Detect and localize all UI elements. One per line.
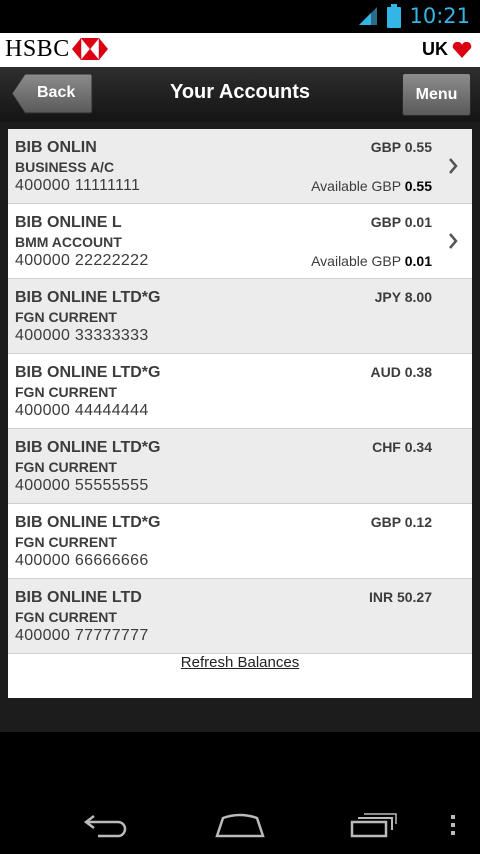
available-balance: Available GBP 0.01 bbox=[311, 253, 432, 269]
accounts-content: BIB ONLIN BUSINESS A/C 400000 11111111 G… bbox=[0, 122, 480, 732]
chevron-right-icon bbox=[449, 158, 458, 174]
account-row[interactable]: BIB ONLINE LTD*G FGN CURRENT 400000 5555… bbox=[8, 429, 472, 504]
accounts-list: BIB ONLIN BUSINESS A/C 400000 11111111 G… bbox=[8, 129, 472, 698]
clock: 10:21 bbox=[409, 4, 470, 28]
brand-bar: HSBC UK bbox=[0, 33, 480, 67]
recent-apps-icon[interactable] bbox=[350, 812, 398, 838]
account-type: FGN CURRENT bbox=[15, 459, 117, 475]
account-row[interactable]: BIB ONLINE LTD*G FGN CURRENT 400000 6666… bbox=[8, 504, 472, 579]
home-nav-icon[interactable] bbox=[215, 812, 265, 838]
account-balance: GBP 0.12 bbox=[370, 514, 432, 530]
account-type: FGN CURRENT bbox=[15, 384, 117, 400]
brand-name: HSBC bbox=[5, 36, 70, 62]
available-value: 0.55 bbox=[404, 178, 432, 194]
account-name: BIB ONLINE LTD*G bbox=[15, 364, 161, 381]
wifi-icon bbox=[359, 7, 378, 25]
account-name: BIB ONLINE L bbox=[15, 214, 122, 231]
account-row[interactable]: BIB ONLINE L BMM ACCOUNT 400000 22222222… bbox=[8, 204, 472, 279]
account-type: FGN CURRENT bbox=[15, 534, 117, 550]
account-name: BIB ONLINE LTD*G bbox=[15, 289, 161, 306]
battery-icon bbox=[387, 4, 402, 28]
overflow-menu-icon[interactable] bbox=[448, 812, 458, 838]
account-balance: GBP 0.55 bbox=[370, 139, 432, 155]
available-value: 0.01 bbox=[404, 253, 432, 269]
account-number: 400000 44444444 bbox=[15, 402, 149, 419]
available-label: Available GBP bbox=[311, 178, 401, 194]
refresh-balances-link[interactable]: Refresh Balances bbox=[8, 654, 472, 671]
account-number: 400000 11111111 bbox=[15, 177, 141, 194]
available-balance: Available GBP 0.55 bbox=[311, 178, 432, 194]
account-name: BIB ONLIN bbox=[15, 139, 97, 156]
account-name: BIB ONLINE LTD*G bbox=[15, 514, 161, 531]
account-name: BIB ONLINE LTD*G bbox=[15, 439, 161, 456]
region-label: UK bbox=[422, 39, 448, 59]
account-type: BMM ACCOUNT bbox=[15, 234, 122, 250]
hsbc-hexagon-logo bbox=[72, 38, 108, 60]
system-nav-bar bbox=[0, 732, 480, 854]
menu-button[interactable]: Menu bbox=[402, 73, 471, 116]
heart-icon bbox=[452, 41, 472, 58]
account-number: 400000 66666666 bbox=[15, 552, 149, 569]
back-nav-icon[interactable] bbox=[84, 812, 130, 838]
account-row[interactable]: BIB ONLINE LTD*G FGN CURRENT 400000 4444… bbox=[8, 354, 472, 429]
account-type: FGN CURRENT bbox=[15, 309, 117, 325]
chevron-right-icon bbox=[449, 233, 458, 249]
account-number: 400000 22222222 bbox=[15, 252, 149, 269]
account-balance: JPY 8.00 bbox=[374, 289, 432, 305]
account-number: 400000 33333333 bbox=[15, 327, 149, 344]
account-balance: AUD 0.38 bbox=[370, 364, 432, 380]
account-name: BIB ONLINE LTD bbox=[15, 589, 142, 606]
account-balance: CHF 0.34 bbox=[372, 439, 432, 455]
title-bar: Back Your Accounts Menu bbox=[0, 67, 480, 122]
account-row[interactable]: BIB ONLIN BUSINESS A/C 400000 11111111 G… bbox=[8, 129, 472, 204]
account-number: 400000 55555555 bbox=[15, 477, 149, 494]
available-label: Available GBP bbox=[311, 253, 401, 269]
account-balance: GBP 0.01 bbox=[370, 214, 432, 230]
region-selector[interactable]: UK bbox=[422, 39, 472, 60]
status-bar: 10:21 bbox=[0, 0, 480, 33]
account-number: 400000 77777777 bbox=[15, 627, 149, 644]
account-type: FGN CURRENT bbox=[15, 609, 117, 625]
account-row[interactable]: BIB ONLINE LTD*G FGN CURRENT 400000 3333… bbox=[8, 279, 472, 354]
account-type: BUSINESS A/C bbox=[15, 159, 115, 175]
account-row[interactable]: BIB ONLINE LTD FGN CURRENT 400000 777777… bbox=[8, 579, 472, 654]
account-balance: INR 50.27 bbox=[368, 589, 432, 605]
